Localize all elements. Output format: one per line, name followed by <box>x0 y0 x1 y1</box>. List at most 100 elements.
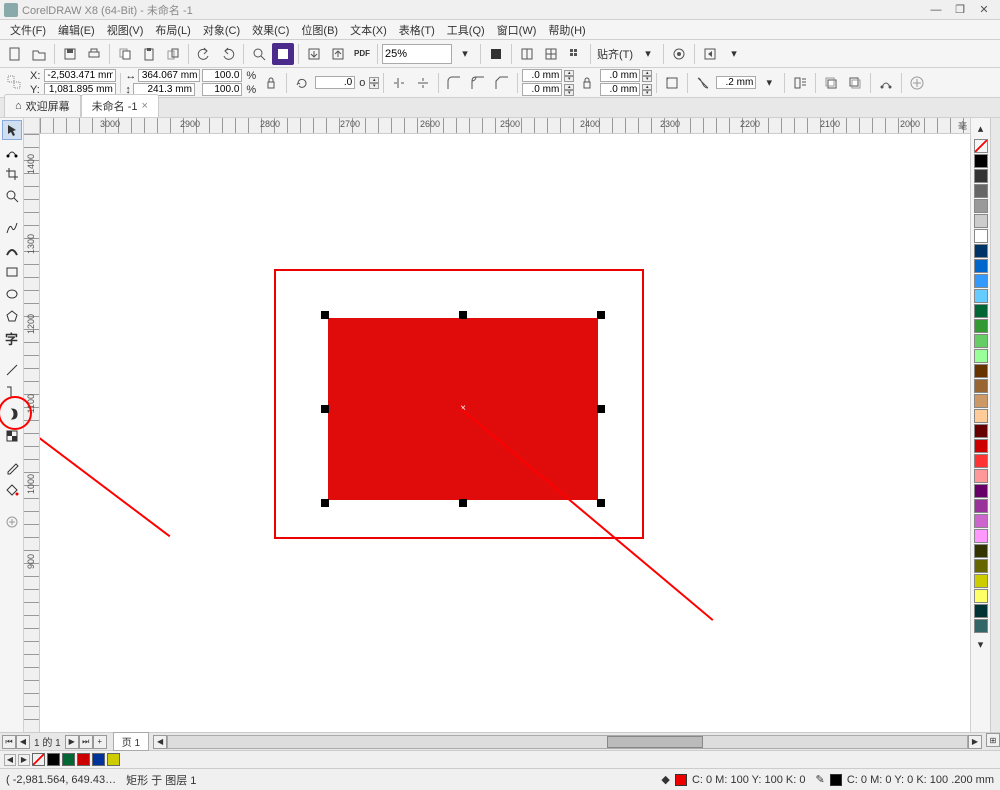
snap-label[interactable]: 贴齐(T) <box>595 46 635 62</box>
color-chip[interactable] <box>974 304 988 318</box>
corner-lock-button[interactable] <box>576 72 598 94</box>
freehand-tool[interactable] <box>2 218 22 238</box>
restore-button[interactable]: ❐ <box>948 2 972 18</box>
close-button[interactable]: ✕ <box>972 2 996 18</box>
ellipse-tool[interactable] <box>2 284 22 304</box>
paste-button[interactable] <box>138 43 160 65</box>
zoom-input[interactable] <box>382 44 452 64</box>
menu-layout[interactable]: 布局(L) <box>149 20 196 40</box>
menu-file[interactable]: 文件(F) <box>4 20 52 40</box>
palette-chip[interactable] <box>62 753 75 766</box>
nav-view-button[interactable]: ⊞ <box>986 733 1000 747</box>
add-page-button[interactable]: + <box>93 735 107 749</box>
fill-tool[interactable] <box>2 480 22 500</box>
menu-edit[interactable]: 编辑(E) <box>52 20 101 40</box>
open-button[interactable] <box>28 43 50 65</box>
selection-handle[interactable] <box>321 499 329 507</box>
launch-dropdown[interactable]: ▾ <box>723 43 745 65</box>
color-chip[interactable] <box>974 334 988 348</box>
selection-handle[interactable] <box>321 311 329 319</box>
scale-y-input[interactable] <box>202 83 242 96</box>
color-chip[interactable] <box>974 484 988 498</box>
selection-handle[interactable] <box>597 311 605 319</box>
vertical-ruler[interactable]: 900 1000 1100 1200 1300 1400 <box>24 134 40 732</box>
color-chip[interactable] <box>974 259 988 273</box>
pdf-button[interactable]: PDF <box>351 43 373 65</box>
docker-panel-collapsed[interactable] <box>990 118 1000 732</box>
width-input[interactable] <box>138 69 200 82</box>
color-chip[interactable] <box>974 589 988 603</box>
color-chip[interactable] <box>974 154 988 168</box>
color-chip[interactable] <box>974 544 988 558</box>
crop-tool[interactable] <box>2 164 22 184</box>
selection-handle[interactable] <box>459 499 467 507</box>
grid3-button[interactable] <box>564 43 586 65</box>
palette-right-button[interactable]: ▶ <box>18 754 30 766</box>
clone-button[interactable] <box>162 43 184 65</box>
selection-handle[interactable] <box>597 405 605 413</box>
to-back-button[interactable] <box>844 72 866 94</box>
color-chip[interactable] <box>974 169 988 183</box>
lock-ratio-button[interactable] <box>260 72 282 94</box>
pick-tool[interactable] <box>2 120 22 140</box>
color-chip[interactable] <box>974 514 988 528</box>
color-none[interactable] <box>974 139 988 153</box>
color-chip[interactable] <box>974 469 988 483</box>
grid1-button[interactable] <box>516 43 538 65</box>
minimize-button[interactable]: — <box>924 2 948 18</box>
color-chip[interactable] <box>974 274 988 288</box>
options-button[interactable] <box>668 43 690 65</box>
publish-button[interactable] <box>327 43 349 65</box>
shape-tool[interactable] <box>2 142 22 162</box>
zoom-tool[interactable] <box>2 186 22 206</box>
selection-handle[interactable] <box>597 499 605 507</box>
corner-round-icon[interactable] <box>443 72 465 94</box>
palette-chip[interactable] <box>77 753 90 766</box>
tab-document[interactable]: 未命名 -1 × <box>81 94 159 117</box>
fullscreen-button[interactable] <box>485 43 507 65</box>
add-button[interactable] <box>906 72 928 94</box>
snap-dropdown[interactable]: ▾ <box>637 43 659 65</box>
prev-page-button[interactable]: ◀ <box>16 735 30 749</box>
rectangle-tool[interactable] <box>2 262 22 282</box>
pos-x-input[interactable] <box>44 69 116 82</box>
menu-help[interactable]: 帮助(H) <box>542 20 591 40</box>
next-page-button[interactable]: ▶ <box>65 735 79 749</box>
text-tool[interactable]: 字 <box>2 328 22 348</box>
redo-button[interactable] <box>217 43 239 65</box>
color-chip[interactable] <box>974 559 988 573</box>
color-chip[interactable] <box>974 499 988 513</box>
color-chip[interactable] <box>974 394 988 408</box>
undo-button[interactable] <box>193 43 215 65</box>
palette-none[interactable] <box>32 753 45 766</box>
color-chip[interactable] <box>974 199 988 213</box>
connector-tool[interactable] <box>2 382 22 402</box>
corner-scallop-icon[interactable] <box>467 72 489 94</box>
export-button[interactable] <box>303 43 325 65</box>
menu-table[interactable]: 表格(T) <box>393 20 441 40</box>
wrap-text-button[interactable] <box>789 72 811 94</box>
color-chip[interactable] <box>974 214 988 228</box>
color-chip[interactable] <box>974 409 988 423</box>
color-chip[interactable] <box>974 529 988 543</box>
rotation-input[interactable] <box>315 76 355 89</box>
mirror-h-button[interactable] <box>388 72 410 94</box>
tab-close-icon[interactable]: × <box>142 100 148 112</box>
palette-chip[interactable] <box>47 753 60 766</box>
new-button[interactable] <box>4 43 26 65</box>
save-button[interactable] <box>59 43 81 65</box>
color-chip[interactable] <box>974 424 988 438</box>
zoom-dropdown[interactable]: ▾ <box>454 43 476 65</box>
scale-x-input[interactable] <box>202 69 242 82</box>
page-tab-1[interactable]: 页 1 <box>113 732 149 751</box>
palette-up-button[interactable]: ▴ <box>978 122 984 135</box>
corner-tr-input[interactable] <box>600 69 640 82</box>
rel-corner-button[interactable] <box>661 72 683 94</box>
grid2-button[interactable] <box>540 43 562 65</box>
color-chip[interactable] <box>974 289 988 303</box>
color-chip[interactable] <box>974 379 988 393</box>
color-chip[interactable] <box>974 574 988 588</box>
selection-handle[interactable] <box>459 311 467 319</box>
menu-text[interactable]: 文本(X) <box>344 20 393 40</box>
color-chip[interactable] <box>974 184 988 198</box>
